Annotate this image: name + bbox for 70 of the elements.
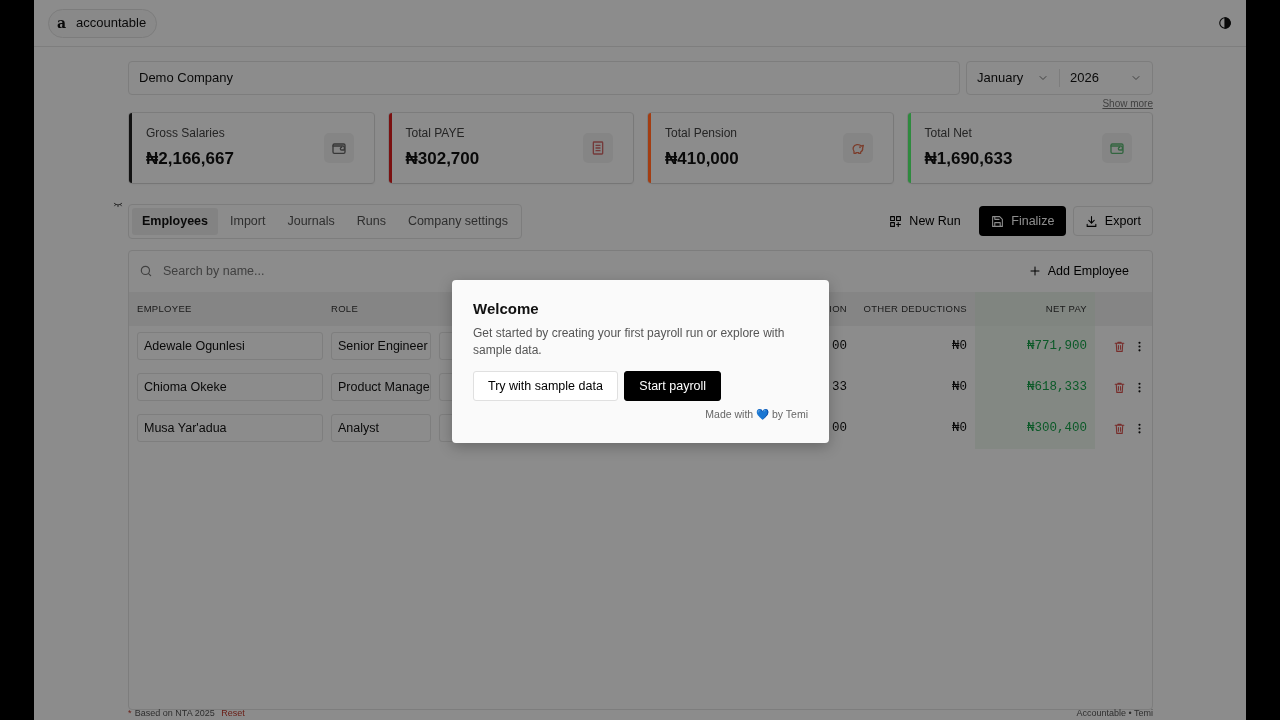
export-button[interactable]: Export — [1072, 206, 1153, 237]
tab[interactable]: Employees — [132, 208, 218, 235]
search-input[interactable]: Search by name... — [161, 260, 1028, 282]
dialog-text: Get started by creating your first payroll run or explore with sample data. — [473, 324, 786, 359]
download-icon — [1084, 214, 1098, 228]
column-header: EMPLOYEE — [137, 302, 192, 314]
stat-label: Total PAYE — [405, 125, 466, 143]
footer-note: Based on NTA 2025 — [134, 706, 215, 720]
trash-icon[interactable] — [1113, 339, 1126, 353]
trash-icon[interactable] — [1113, 380, 1126, 394]
name-input[interactable]: Musa Yar'adua — [137, 414, 323, 443]
logo-mark: a — [57, 13, 67, 33]
column-header: NET PAY — [1045, 301, 1087, 316]
logo-text: accountable — [76, 14, 147, 33]
credit-text: Made with — [705, 408, 755, 421]
role-input[interactable]: Analyst — [331, 414, 431, 443]
stat-value: ₦302,700 — [405, 148, 480, 171]
reset-link[interactable]: Reset — [221, 706, 245, 720]
search-icon — [139, 264, 153, 279]
year-select[interactable]: 2026 — [1059, 69, 1152, 87]
grid-plus-icon — [889, 214, 903, 228]
footer-credit: Accountable • Temi — [1076, 706, 1153, 720]
net-pay-cell-text: ₦300,400 — [1027, 419, 1087, 437]
save-icon — [991, 214, 1005, 228]
heart-icon: 💙 — [756, 408, 770, 421]
new-run-button[interactable]: New Run — [877, 206, 973, 237]
tab[interactable]: Runs — [346, 208, 396, 235]
show-more-link[interactable]: Show more — [1102, 98, 1153, 109]
wallet-icon — [1109, 140, 1125, 156]
theme-toggle-icon[interactable] — [1218, 16, 1232, 30]
net-pay-cell-text: ₦771,900 — [1027, 337, 1087, 355]
table-cell: ₦0 — [952, 421, 967, 436]
name-input[interactable]: Chioma Okeke — [137, 373, 323, 402]
stat-value: ₦410,000 — [665, 148, 739, 171]
stat-value: ₦2,166,667 — [146, 148, 234, 171]
closed-eye-icon — [111, 200, 125, 210]
tab[interactable]: Import — [220, 208, 276, 235]
start-payroll-button[interactable]: Start payroll — [624, 371, 722, 402]
column-header: OTHER DEDUCTIONS — [863, 302, 967, 314]
name-input[interactable]: Adewale Ogunlesi — [137, 332, 323, 361]
plus-icon — [1028, 265, 1041, 278]
role-input[interactable]: Senior Engineer — [331, 332, 431, 361]
table-cell: 00 — [832, 339, 847, 354]
stat-label: Total Pension — [665, 125, 739, 143]
month-select[interactable]: January — [967, 68, 1059, 88]
sample-data-button[interactable]: Try with sample data — [473, 371, 618, 402]
document-icon — [590, 140, 606, 156]
role-input[interactable]: Product Manage — [331, 373, 431, 402]
trash-icon[interactable] — [1113, 421, 1126, 435]
asterisk: * — [128, 706, 132, 720]
add-employee-button[interactable]: Add Employee — [1027, 256, 1130, 287]
author-link[interactable]: Temi — [785, 408, 808, 421]
finalize-button[interactable]: Finalize — [979, 206, 1067, 237]
logo-button[interactable]: a accountable — [48, 8, 158, 38]
tab[interactable]: Company settings — [397, 208, 518, 235]
table-cell: ₦0 — [952, 339, 967, 354]
table-cell: 00 — [832, 421, 847, 436]
company-field[interactable]: Demo Company — [128, 61, 960, 95]
stat-label: Total Net — [924, 125, 973, 143]
wallet-icon — [330, 140, 347, 156]
column-header: ION — [829, 302, 847, 314]
column-header: ROLE — [331, 302, 359, 314]
table-cell: 33 — [832, 380, 847, 395]
net-pay-cell-text: ₦618,333 — [1027, 378, 1087, 396]
stat-value: ₦1,690,633 — [924, 148, 1013, 171]
credit-text: by — [771, 408, 785, 421]
table-cell: ₦0 — [952, 380, 967, 395]
stat-label: Gross Salaries — [146, 125, 226, 143]
tab[interactable]: Journals — [277, 208, 345, 235]
dialog-title: Welcome — [473, 299, 540, 319]
